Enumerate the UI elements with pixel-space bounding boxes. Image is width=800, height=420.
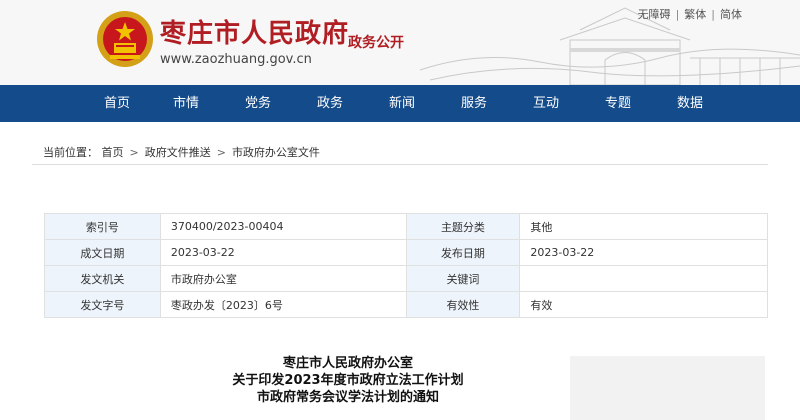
link-divider: | <box>711 8 715 21</box>
written-date-value: 2023-03-22 <box>159 239 407 266</box>
written-date-label: 成文日期 <box>44 239 161 266</box>
document-info-table: 索引号 370400/2023-00404 主题分类 其他 成文日期 2023-… <box>44 213 768 318</box>
breadcrumb-separator: > <box>129 146 139 159</box>
index-number-value: 370400/2023-00404 <box>159 213 407 240</box>
breadcrumb: 当前位置： 首页 > 政府文件推送 > 市政府办公室文件 <box>43 144 320 160</box>
side-panel <box>570 356 765 420</box>
breadcrumb-separator: > <box>216 146 226 159</box>
site-url: www.zaozhuang.gov.cn <box>160 52 312 67</box>
nav-item-topics[interactable]: 专题 <box>605 85 631 122</box>
nav-item-services[interactable]: 服务 <box>461 85 487 122</box>
site-header: 枣庄市人民政府 政务公开 www.zaozhuang.gov.cn 无障碍 | 繁体… <box>0 0 800 85</box>
nav-item-government-affairs[interactable]: 政务 <box>317 85 343 122</box>
accessibility-link[interactable]: 无障碍 <box>638 8 671 21</box>
breadcrumb-gov-file-push[interactable]: 政府文件推送 <box>145 146 211 159</box>
document-number-label: 发文字号 <box>44 291 161 318</box>
keywords-value <box>519 265 768 292</box>
nav-item-party-affairs[interactable]: 党务 <box>245 85 271 122</box>
publish-date-label: 发布日期 <box>405 239 521 266</box>
nav-item-home[interactable]: 首页 <box>104 85 130 122</box>
validity-value: 有效 <box>519 291 768 318</box>
nav-item-interaction[interactable]: 互动 <box>533 85 559 122</box>
article-title-line: 枣庄市人民政府办公室 <box>282 356 413 371</box>
article-title-line: 关于印发2023年度市政府立法工作计划 <box>232 373 464 388</box>
top-links: 无障碍 | 繁体 | 简体 <box>638 6 742 22</box>
article-title-line: 市政府常务会议学法计划的通知 <box>256 390 439 405</box>
site-title[interactable]: 枣庄市人民政府 <box>160 13 349 50</box>
breadcrumb-divider <box>32 164 768 165</box>
subject-category-value: 其他 <box>519 213 768 240</box>
validity-label: 有效性 <box>405 291 521 318</box>
nav-item-news[interactable]: 新闻 <box>389 85 415 122</box>
site-subtitle: 政务公开 <box>348 35 404 51</box>
national-emblem-icon <box>97 11 153 67</box>
traditional-chinese-link[interactable]: 繁体 <box>684 8 706 21</box>
table-row: 成文日期 2023-03-22 发布日期 2023-03-22 <box>44 239 768 266</box>
issuing-authority-label: 发文机关 <box>44 265 161 292</box>
table-row: 发文字号 枣政办发〔2023〕6号 有效性 有效 <box>44 291 768 318</box>
publish-date-value: 2023-03-22 <box>519 239 768 266</box>
breadcrumb-home[interactable]: 首页 <box>102 146 124 159</box>
nav-item-data[interactable]: 数据 <box>677 85 703 122</box>
simplified-chinese-link[interactable]: 简体 <box>720 8 742 21</box>
link-divider: | <box>675 8 680 21</box>
keywords-label: 关键词 <box>405 265 521 292</box>
table-row: 发文机关 市政府办公室 关键词 <box>44 265 768 292</box>
issuing-authority-value: 市政府办公室 <box>159 265 407 292</box>
table-row: 索引号 370400/2023-00404 主题分类 其他 <box>44 213 768 240</box>
index-number-label: 索引号 <box>44 213 161 240</box>
main-nav: 首页 市情 党务 政务 新闻 服务 互动 专题 数据 <box>0 85 800 122</box>
city-gate-skyline-graphic <box>420 7 800 85</box>
breadcrumb-office-files[interactable]: 市政府办公室文件 <box>232 146 320 159</box>
document-number-value: 枣政办发〔2023〕6号 <box>159 291 407 318</box>
breadcrumb-label: 当前位置： <box>43 146 98 159</box>
subject-category-label: 主题分类 <box>405 213 521 240</box>
nav-item-city-info[interactable]: 市情 <box>173 85 199 122</box>
article-title: 枣庄市人民政府办公室 关于印发2023年度市政府立法工作计划 市政府常务会议学法… <box>150 355 546 406</box>
